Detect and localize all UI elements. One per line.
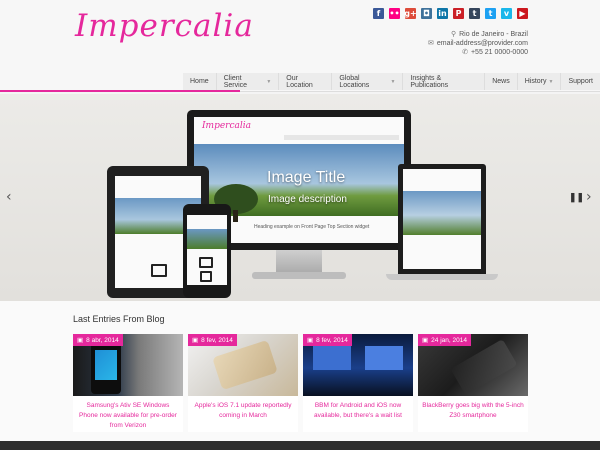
instagram-icon[interactable]: ◘ [421,8,432,19]
phone-icon: ✆ [462,49,468,56]
chevron-down-icon: ▼ [266,78,272,85]
vimeo-icon[interactable]: v [501,8,512,19]
post-title[interactable]: Apple's iOS 7.1 update reportedly coming… [192,401,294,421]
blog-card[interactable]: ▣ 8 abr, 2014 Samsung's Ativ SE Windows P… [73,334,183,432]
nav-label: Insights & Publications [410,74,449,89]
site-header: Impercalia f •• g+ ◘ in P t t v ▶ ⚲ Rio d… [0,0,600,92]
iphone-image [212,339,278,391]
post-date-text: 8 fev, 2014 [316,336,348,344]
linkedin-icon[interactable]: in [437,8,448,19]
main-nav: Home Client Service ▼ Our Location Global… [183,73,600,90]
nav-item-news[interactable]: News [485,73,518,90]
nav-label: History [524,78,547,85]
monitor-stand [276,250,322,274]
nav-item-support[interactable]: Support [561,73,600,90]
phone-landscape [187,229,227,249]
blog-card[interactable]: ▣ 8 fev, 2014 Apple's iOS 7.1 update repo… [188,334,298,432]
phone-screen-image [95,350,117,380]
monitor-icon [199,257,213,268]
nav-item-client-service[interactable]: Client Service ▼ [217,73,280,90]
blackberry-image [450,339,518,395]
post-date-text: 8 fev, 2014 [201,336,233,344]
stage-screen-image [365,346,403,370]
monitor-base [252,272,346,279]
post-date: ▣ 8 fev, 2014 [303,334,352,346]
blog-card[interactable]: ▣ 24 jan, 2014 BlackBerry goes big with t… [418,334,528,432]
nav-item-global-locations[interactable]: Global Locations ▼ [332,73,404,90]
youtube-icon[interactable]: ▶ [517,8,528,19]
header-accent-line [0,90,240,92]
header-divider [240,91,600,92]
laptop-landscape [403,191,481,235]
footer-bar [0,441,600,450]
post-date: ▣ 8 abr, 2014 [73,334,123,346]
twitter-icon[interactable]: t [485,8,496,19]
calendar-icon: ▣ [307,337,314,344]
post-title[interactable]: Samsung's Ativ SE Windows Phone now avai… [77,401,179,431]
nav-item-history[interactable]: History ▼ [518,73,562,90]
device-phone [183,204,231,298]
nav-label: Our Location [286,74,313,89]
monitor-icon [151,264,167,277]
site-logo[interactable]: Impercalia [75,8,254,44]
nav-item-insights[interactable]: Insights & Publications [403,73,486,90]
post-date-text: 24 jan, 2014 [431,336,467,344]
post-title[interactable]: BBM for Android and iOS now available, b… [307,401,409,421]
phone-screen [187,215,227,285]
contact-location: Rio de Janeiro - Brazil [459,31,528,38]
calendar-icon: ▣ [422,337,429,344]
google-plus-icon[interactable]: g+ [404,8,417,19]
chevron-down-icon: ▼ [390,78,396,85]
post-date: ▣ 8 fev, 2014 [188,334,237,346]
blog-section-title: Last Entries From Blog [73,314,165,324]
mini-heading: Heading example on Front Page Top Sectio… [254,224,370,230]
laptop-base [386,274,498,280]
blog-card[interactable]: ▣ 8 fev, 2014 BBM for Android and iOS now… [303,334,413,432]
nav-item-home[interactable]: Home [183,73,217,90]
blog-section: Last Entries From Blog ▣ 8 abr, 2014 Sams… [0,301,600,441]
slide-description: Image description [268,194,347,205]
contact-email[interactable]: email-address@provider.com [437,39,528,48]
calendar-icon: ▣ [192,337,199,344]
tablet-icon [200,271,212,282]
slider-next-arrow-icon[interactable]: › [586,189,592,205]
social-icons: f •• g+ ◘ in P t t v ▶ [373,8,528,19]
mini-logo: Impercalia [202,121,252,131]
nav-label: Home [190,78,209,85]
slider-pause-icon[interactable]: ❚❚ [569,192,584,203]
map-marker-icon: ⚲ [450,31,457,38]
post-date: ▣ 24 jan, 2014 [418,334,471,346]
nav-label: Support [568,78,593,85]
chevron-down-icon: ▼ [548,78,554,85]
slider-prev-arrow-icon[interactable]: ‹ [6,189,12,205]
flickr-icon[interactable]: •• [389,8,400,19]
stage-screen-image [313,346,351,370]
tumblr-icon[interactable]: t [469,8,480,19]
laptop-screen [403,169,481,269]
post-title[interactable]: BlackBerry goes big with the 5-inch Z30 … [422,401,524,421]
pinterest-icon[interactable]: P [453,8,464,19]
slide-title: Image Title [267,169,346,186]
post-date-text: 8 abr, 2014 [86,336,119,344]
nav-label: Client Service [223,74,248,89]
envelope-icon: ✉ [427,40,434,47]
facebook-icon[interactable]: f [373,8,384,19]
device-laptop [398,164,486,274]
nav-label: News [492,78,510,85]
mini-nav [284,135,399,140]
contact-phone: +55 21 0000-0000 [470,49,528,56]
nav-item-our-location[interactable]: Our Location [279,73,333,90]
contact-info: ⚲ Rio de Janeiro - Brazil ✉ email-address@… [428,30,528,57]
nav-label: Global Locations [339,74,370,89]
calendar-icon: ▣ [77,337,84,344]
tree-trunk [233,210,238,222]
hero-slider[interactable]: ‹ › ❚❚ Impercalia Image Title Image desc… [0,94,600,301]
